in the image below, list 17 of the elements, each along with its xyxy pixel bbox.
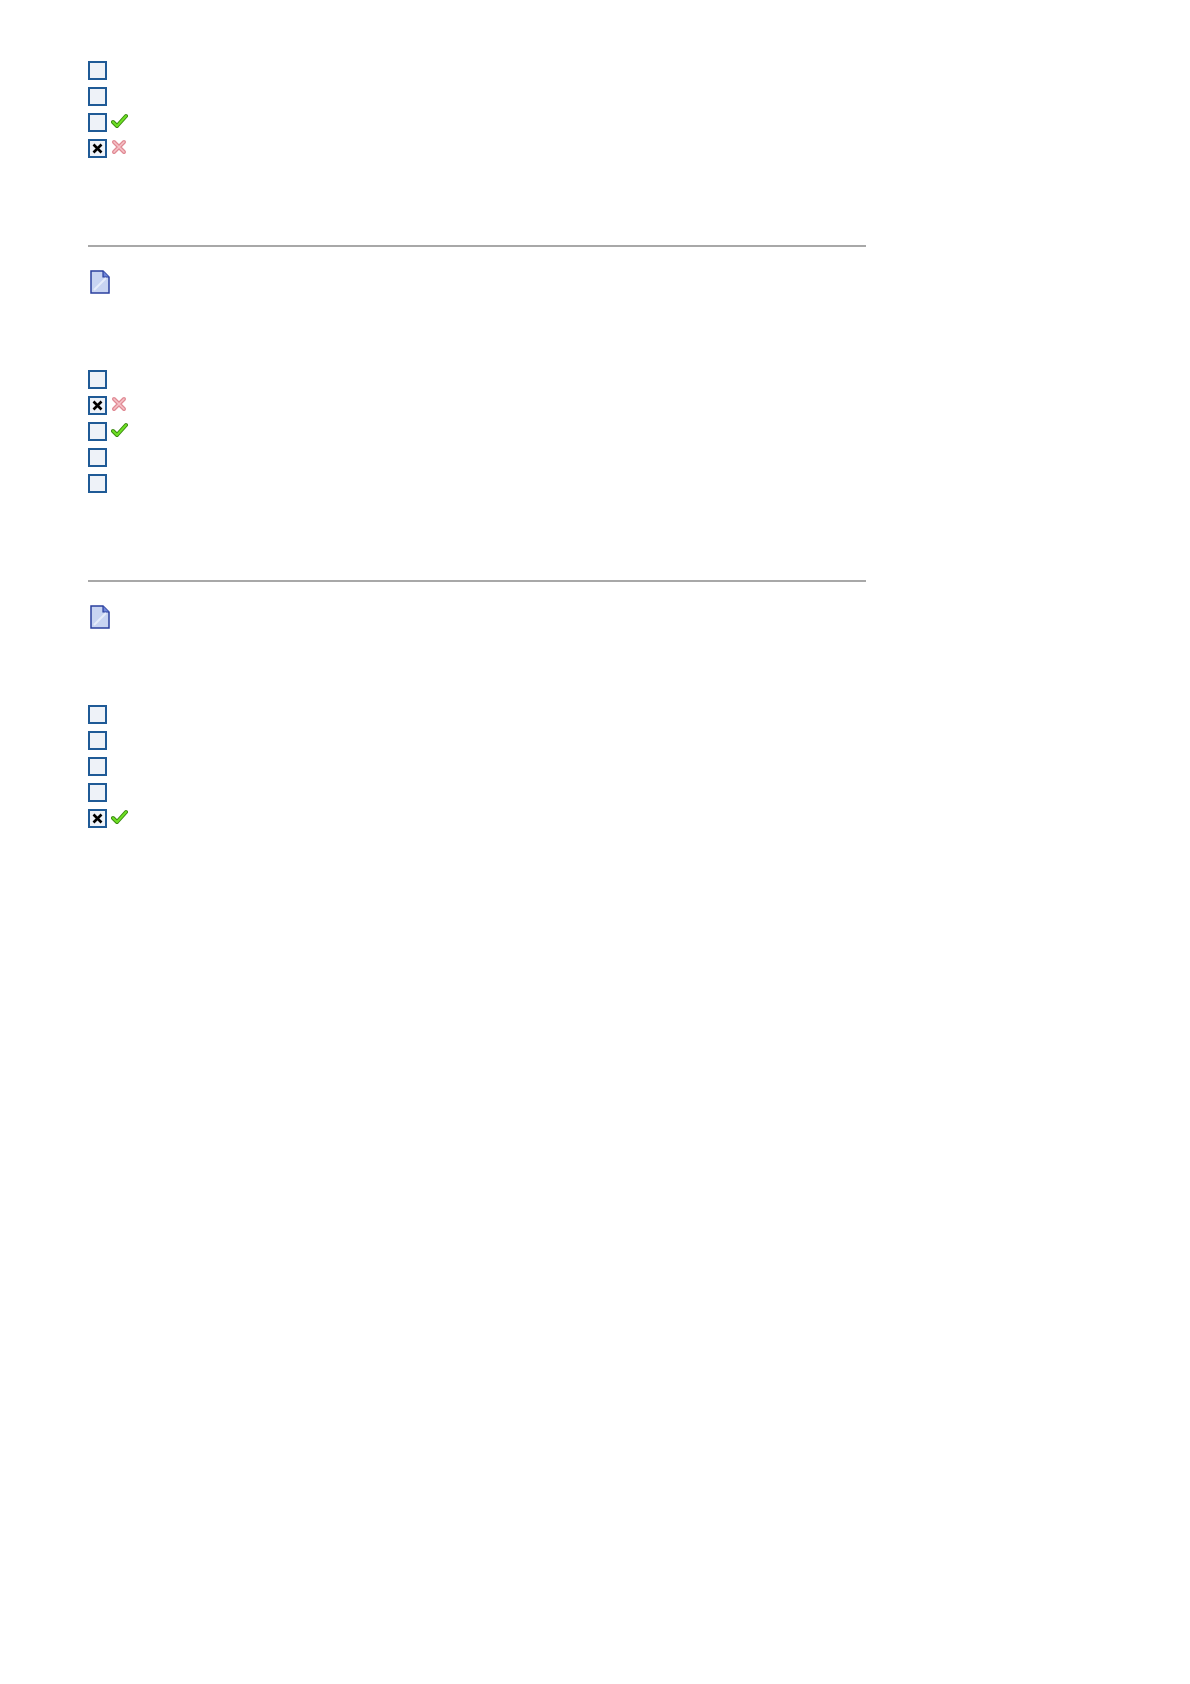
x-mark-icon [92,399,103,411]
checkbox[interactable] [88,421,107,441]
checkbox[interactable] [88,730,107,750]
checkbox[interactable] [88,87,107,106]
checkbox[interactable] [88,139,107,158]
x-mark-icon [92,143,103,154]
x-mark-icon [92,812,103,824]
checkbox[interactable] [88,473,107,493]
checkbox[interactable] [88,447,107,467]
checkbox[interactable] [88,369,107,389]
checkbox[interactable] [88,395,107,415]
checkbox[interactable] [88,113,107,132]
checkbox[interactable] [88,704,107,724]
checkbox[interactable] [88,808,107,828]
checkbox[interactable] [88,61,107,80]
checkbox[interactable] [88,782,107,802]
checkbox[interactable] [88,756,107,776]
